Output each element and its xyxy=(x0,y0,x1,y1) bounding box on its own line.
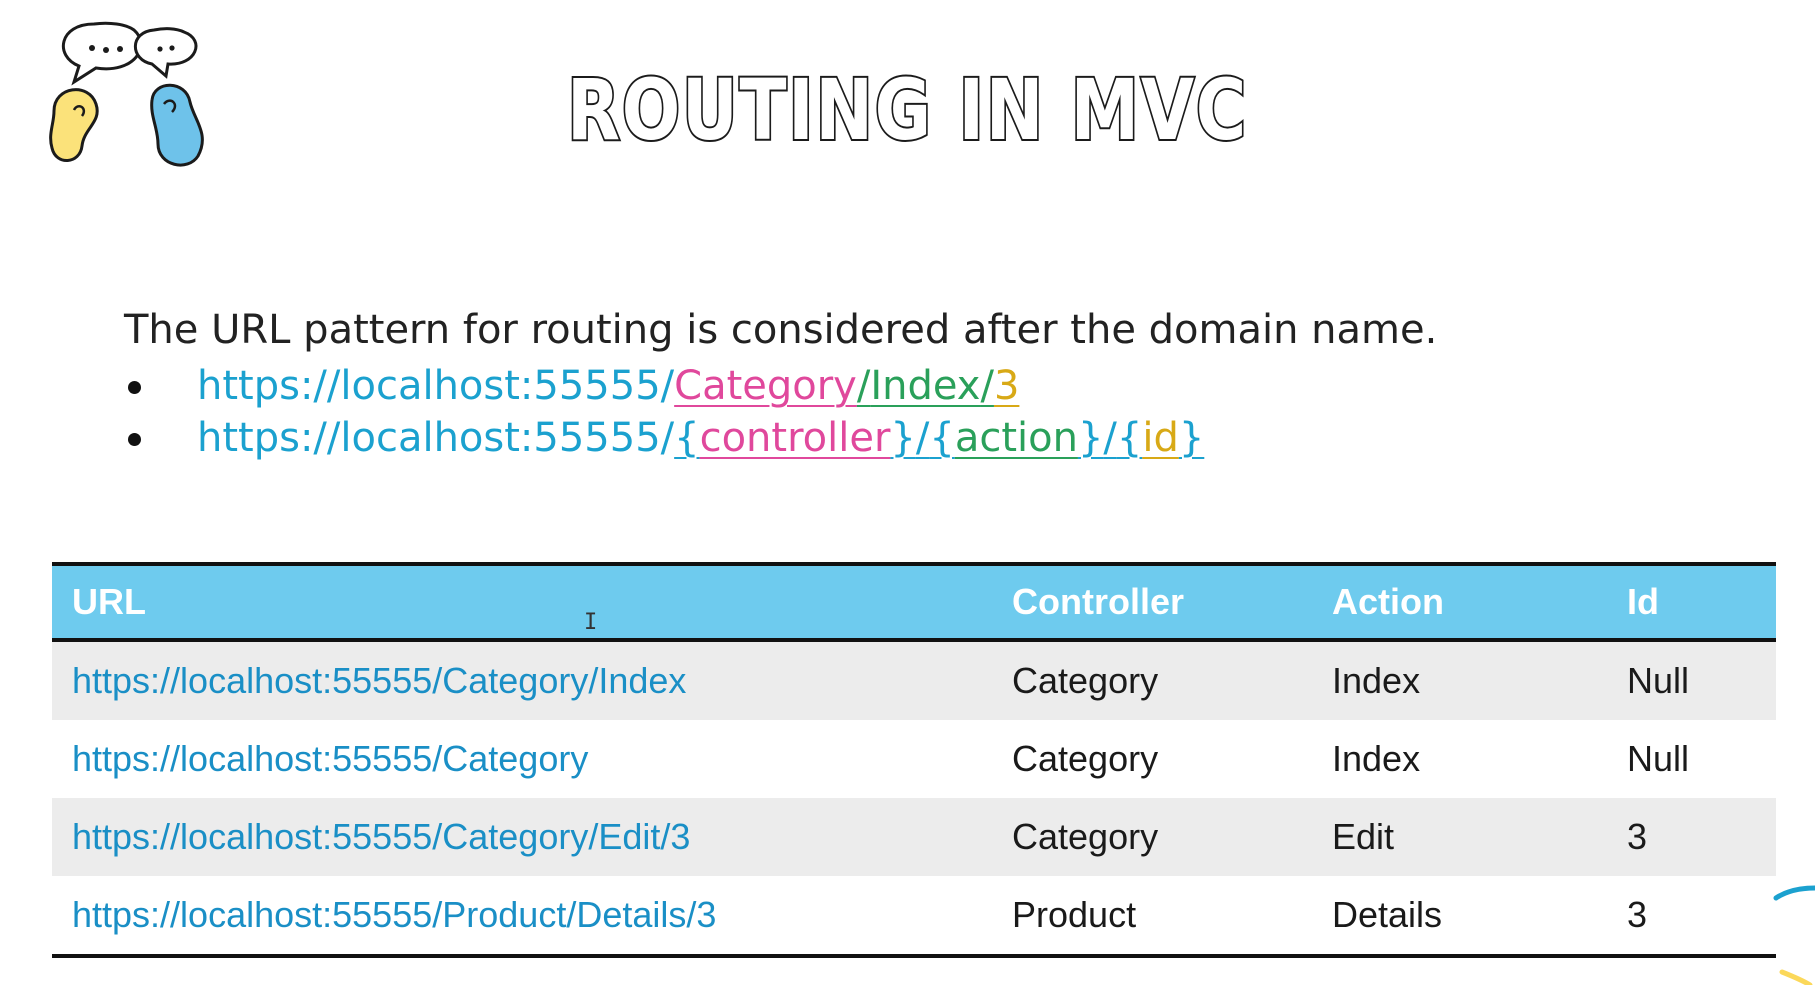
id-cell: 3 xyxy=(1627,894,1648,935)
table-header-row: URL Controller Action Id xyxy=(52,564,1776,640)
brace-close: } xyxy=(890,415,916,461)
url-id: id xyxy=(1142,415,1179,461)
table-row: https://localhost:55555/Category/Edit/3 … xyxy=(52,798,1776,876)
header-url: URL xyxy=(72,581,146,622)
table-row: https://localhost:55555/Category Categor… xyxy=(52,720,1776,798)
url-controller: controller xyxy=(699,415,891,461)
list-item: https://localhost:55555/Category/Index/3 xyxy=(124,360,1204,412)
brace-close: } xyxy=(1178,415,1205,461)
table-row: https://localhost:55555/Category/Index C… xyxy=(52,640,1776,720)
url-pattern-list: https://localhost:55555/Category/Index/3… xyxy=(124,360,1204,464)
url-cell: https://localhost:55555/Category/Index xyxy=(72,660,687,701)
intro-text: The URL pattern for routing is considere… xyxy=(124,307,1438,353)
url-separator: / xyxy=(1103,415,1117,461)
url-base: https://localhost:55555/ xyxy=(197,363,675,409)
action-cell: Details xyxy=(1332,894,1443,935)
url-cell: https://localhost:55555/Category xyxy=(72,738,589,779)
slide: ROUTING IN MVC The URL pattern for routi… xyxy=(0,0,1815,985)
url-separator: / xyxy=(915,415,930,461)
brace-open: { xyxy=(674,415,700,461)
table-row: https://localhost:55555/Product/Details/… xyxy=(52,876,1776,956)
action-cell: Index xyxy=(1332,738,1421,779)
brace-close: } xyxy=(1077,415,1104,461)
url-cell: https://localhost:55555/Product/Details/… xyxy=(72,894,717,935)
page-title: ROUTING IN MVC xyxy=(565,61,1248,159)
id-cell: Null xyxy=(1627,738,1690,779)
url-controller: Category xyxy=(674,363,857,409)
text-cursor-icon: I xyxy=(584,610,598,635)
header-controller: Controller xyxy=(1012,581,1185,622)
controller-cell: Category xyxy=(1012,738,1159,779)
url-action: Index xyxy=(870,363,981,409)
controller-cell: Category xyxy=(1012,660,1159,701)
action-cell: Edit xyxy=(1332,816,1395,857)
url-separator: / xyxy=(980,363,994,409)
url-cell: https://localhost:55555/Category/Edit/3 xyxy=(72,816,691,857)
id-cell: Null xyxy=(1627,660,1690,701)
bullet-icon xyxy=(128,433,141,446)
header-action: Action xyxy=(1332,581,1444,622)
url-id: 3 xyxy=(993,363,1020,409)
brace-open: { xyxy=(929,415,955,461)
routing-table: URL Controller Action Id https://localho… xyxy=(52,562,1776,958)
brace-open: { xyxy=(1116,415,1143,461)
list-item: https://localhost:55555/{controller}/{ac… xyxy=(124,412,1204,464)
id-cell: 3 xyxy=(1627,816,1648,857)
controller-cell: Product xyxy=(1012,894,1137,935)
url-separator: / xyxy=(856,363,871,409)
url-base: https://localhost:55555/ xyxy=(197,415,675,461)
bullet-icon xyxy=(128,381,141,394)
routing-table-container: URL Controller Action Id https://localho… xyxy=(52,562,1776,958)
controller-cell: Category xyxy=(1012,816,1159,857)
header-id: Id xyxy=(1627,581,1659,622)
decorative-swoosh-icon xyxy=(1773,885,1815,985)
url-action: action xyxy=(954,415,1078,461)
action-cell: Index xyxy=(1332,660,1421,701)
